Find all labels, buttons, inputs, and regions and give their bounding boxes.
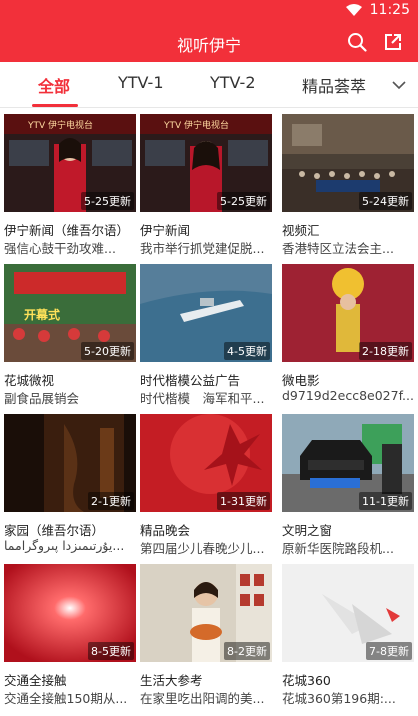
thumbnail-channel-text: YTV 伊宁电视台 bbox=[164, 121, 230, 131]
tab-featured[interactable]: 精品荟萃 bbox=[302, 73, 366, 97]
video-category: 生活大参考 bbox=[140, 673, 203, 688]
video-thumbnail[interactable]: 1-31更新 bbox=[140, 414, 272, 512]
video-category: 花城微视 bbox=[4, 373, 55, 388]
video-thumbnail[interactable]: 11-1更新 bbox=[282, 414, 414, 512]
video-thumbnail[interactable]: 2-1更新 bbox=[4, 414, 136, 512]
thumbnail-overlay-text: 开幕式 bbox=[24, 308, 61, 322]
video-thumbnail[interactable]: 5-24更新 bbox=[282, 114, 414, 212]
video-title: 强信心鼓干劲攻难... bbox=[4, 241, 116, 256]
tab-ytv-1[interactable]: YTV-1 bbox=[118, 73, 164, 97]
video-card[interactable]: YTV 伊宁电视台 5-25更新 伊宁新闻 我市举行抓党建促脱... bbox=[140, 114, 272, 264]
update-badge: 5-25更新 bbox=[217, 192, 270, 210]
video-title: 花城360第196期:... bbox=[282, 691, 396, 706]
search-button[interactable] bbox=[346, 31, 368, 53]
video-category: 花城360 bbox=[282, 673, 331, 688]
video-thumbnail[interactable]: 8-2更新 bbox=[140, 564, 272, 662]
video-category: 交通全接触 bbox=[4, 673, 67, 688]
tab-all[interactable]: 全部 bbox=[38, 73, 70, 97]
video-category: 微电影 bbox=[282, 373, 320, 388]
video-category: 视频汇 bbox=[282, 223, 320, 238]
update-badge: 2-18更新 bbox=[359, 342, 412, 360]
video-category: 时代楷模公益广告 bbox=[140, 373, 241, 388]
video-card[interactable]: YTV 伊宁电视台 5-25更新 伊宁新闻（维吾尔语） 强信心鼓干劲攻难... bbox=[4, 114, 136, 264]
update-badge: 7-8更新 bbox=[366, 642, 412, 660]
app-bar: 视听伊宁 bbox=[0, 22, 418, 62]
search-icon bbox=[348, 33, 367, 52]
video-category: 文明之窗 bbox=[282, 523, 333, 538]
video-title: 时代楷模 海军和平... bbox=[140, 391, 265, 406]
share-icon bbox=[385, 34, 401, 50]
update-badge: 5-20更新 bbox=[81, 342, 134, 360]
video-card[interactable]: 2-18更新 微电影 d9719d2ecc8e027f... bbox=[282, 264, 414, 414]
video-card[interactable]: 开幕式 5-20更新 花城微视 副食品展销会 bbox=[4, 264, 136, 414]
video-thumbnail[interactable]: 4-5更新 bbox=[140, 264, 272, 362]
video-card[interactable]: 7-8更新 花城360 花城360第196期:... bbox=[282, 564, 414, 714]
chevron-down-icon[interactable] bbox=[390, 77, 408, 93]
video-category: 精品晚会 bbox=[140, 523, 191, 538]
category-tabs: 全部 YTV-1 YTV-2 精品荟萃 bbox=[0, 62, 418, 108]
video-title: 香港特区立法会主... bbox=[282, 241, 394, 256]
update-badge: 2-1更新 bbox=[88, 492, 134, 510]
video-category: 伊宁新闻（维吾尔语） bbox=[4, 223, 130, 238]
update-badge: 11-1更新 bbox=[359, 492, 412, 510]
video-thumbnail[interactable]: 7-8更新 bbox=[282, 564, 414, 662]
wifi-icon bbox=[345, 4, 362, 16]
video-title: يۇرتىمىزدا پىروگرامما... bbox=[4, 538, 125, 553]
update-badge: 8-5更新 bbox=[88, 642, 134, 660]
share-button[interactable] bbox=[382, 31, 404, 53]
video-thumbnail[interactable]: 开幕式 5-20更新 bbox=[4, 264, 136, 362]
video-thumbnail[interactable]: YTV 伊宁电视台 5-25更新 bbox=[4, 114, 136, 212]
video-title: 副食品展销会 bbox=[4, 391, 80, 406]
update-badge: 4-5更新 bbox=[224, 342, 270, 360]
video-card[interactable]: 5-24更新 视频汇 香港特区立法会主... bbox=[282, 114, 414, 264]
video-card[interactable]: 11-1更新 文明之窗 原新华医院路段机... bbox=[282, 414, 414, 564]
video-title: 交通全接触150期从... bbox=[4, 691, 128, 706]
status-bar: 11:25 bbox=[0, 0, 418, 22]
video-title: d9719d2ecc8e027f... bbox=[282, 388, 414, 403]
video-title: 原新华医院路段机... bbox=[282, 541, 394, 556]
video-title: 第四届少儿春晚少儿... bbox=[140, 541, 265, 556]
video-card[interactable]: 2-1更新 家园（维吾尔语） يۇرتىمىزدا پىروگرامما... bbox=[4, 414, 136, 564]
update-badge: 1-31更新 bbox=[217, 492, 270, 510]
status-time: 11:25 bbox=[369, 2, 410, 18]
video-card[interactable]: 8-2更新 生活大参考 在家里吃出阳调的美... bbox=[140, 564, 272, 714]
active-tab-indicator bbox=[32, 104, 78, 107]
update-badge: 5-24更新 bbox=[359, 192, 412, 210]
video-card[interactable]: 1-31更新 精品晚会 第四届少儿春晚少儿... bbox=[140, 414, 272, 564]
video-title: 在家里吃出阳调的美... bbox=[140, 691, 265, 706]
video-card[interactable]: 8-5更新 交通全接触 交通全接触150期从... bbox=[4, 564, 136, 714]
video-thumbnail[interactable]: YTV 伊宁电视台 5-25更新 bbox=[140, 114, 272, 212]
video-thumbnail[interactable]: 2-18更新 bbox=[282, 264, 414, 362]
tab-ytv-2[interactable]: YTV-2 bbox=[210, 73, 256, 97]
update-badge: 5-25更新 bbox=[81, 192, 134, 210]
video-thumbnail[interactable]: 8-5更新 bbox=[4, 564, 136, 662]
update-badge: 8-2更新 bbox=[224, 642, 270, 660]
video-title: 我市举行抓党建促脱... bbox=[140, 241, 265, 256]
video-category: 家园（维吾尔语） bbox=[4, 523, 105, 538]
video-card[interactable]: 4-5更新 时代楷模公益广告 时代楷模 海军和平... bbox=[140, 264, 272, 414]
video-category: 伊宁新闻 bbox=[140, 223, 191, 238]
thumbnail-channel-text: YTV 伊宁电视台 bbox=[28, 121, 94, 131]
